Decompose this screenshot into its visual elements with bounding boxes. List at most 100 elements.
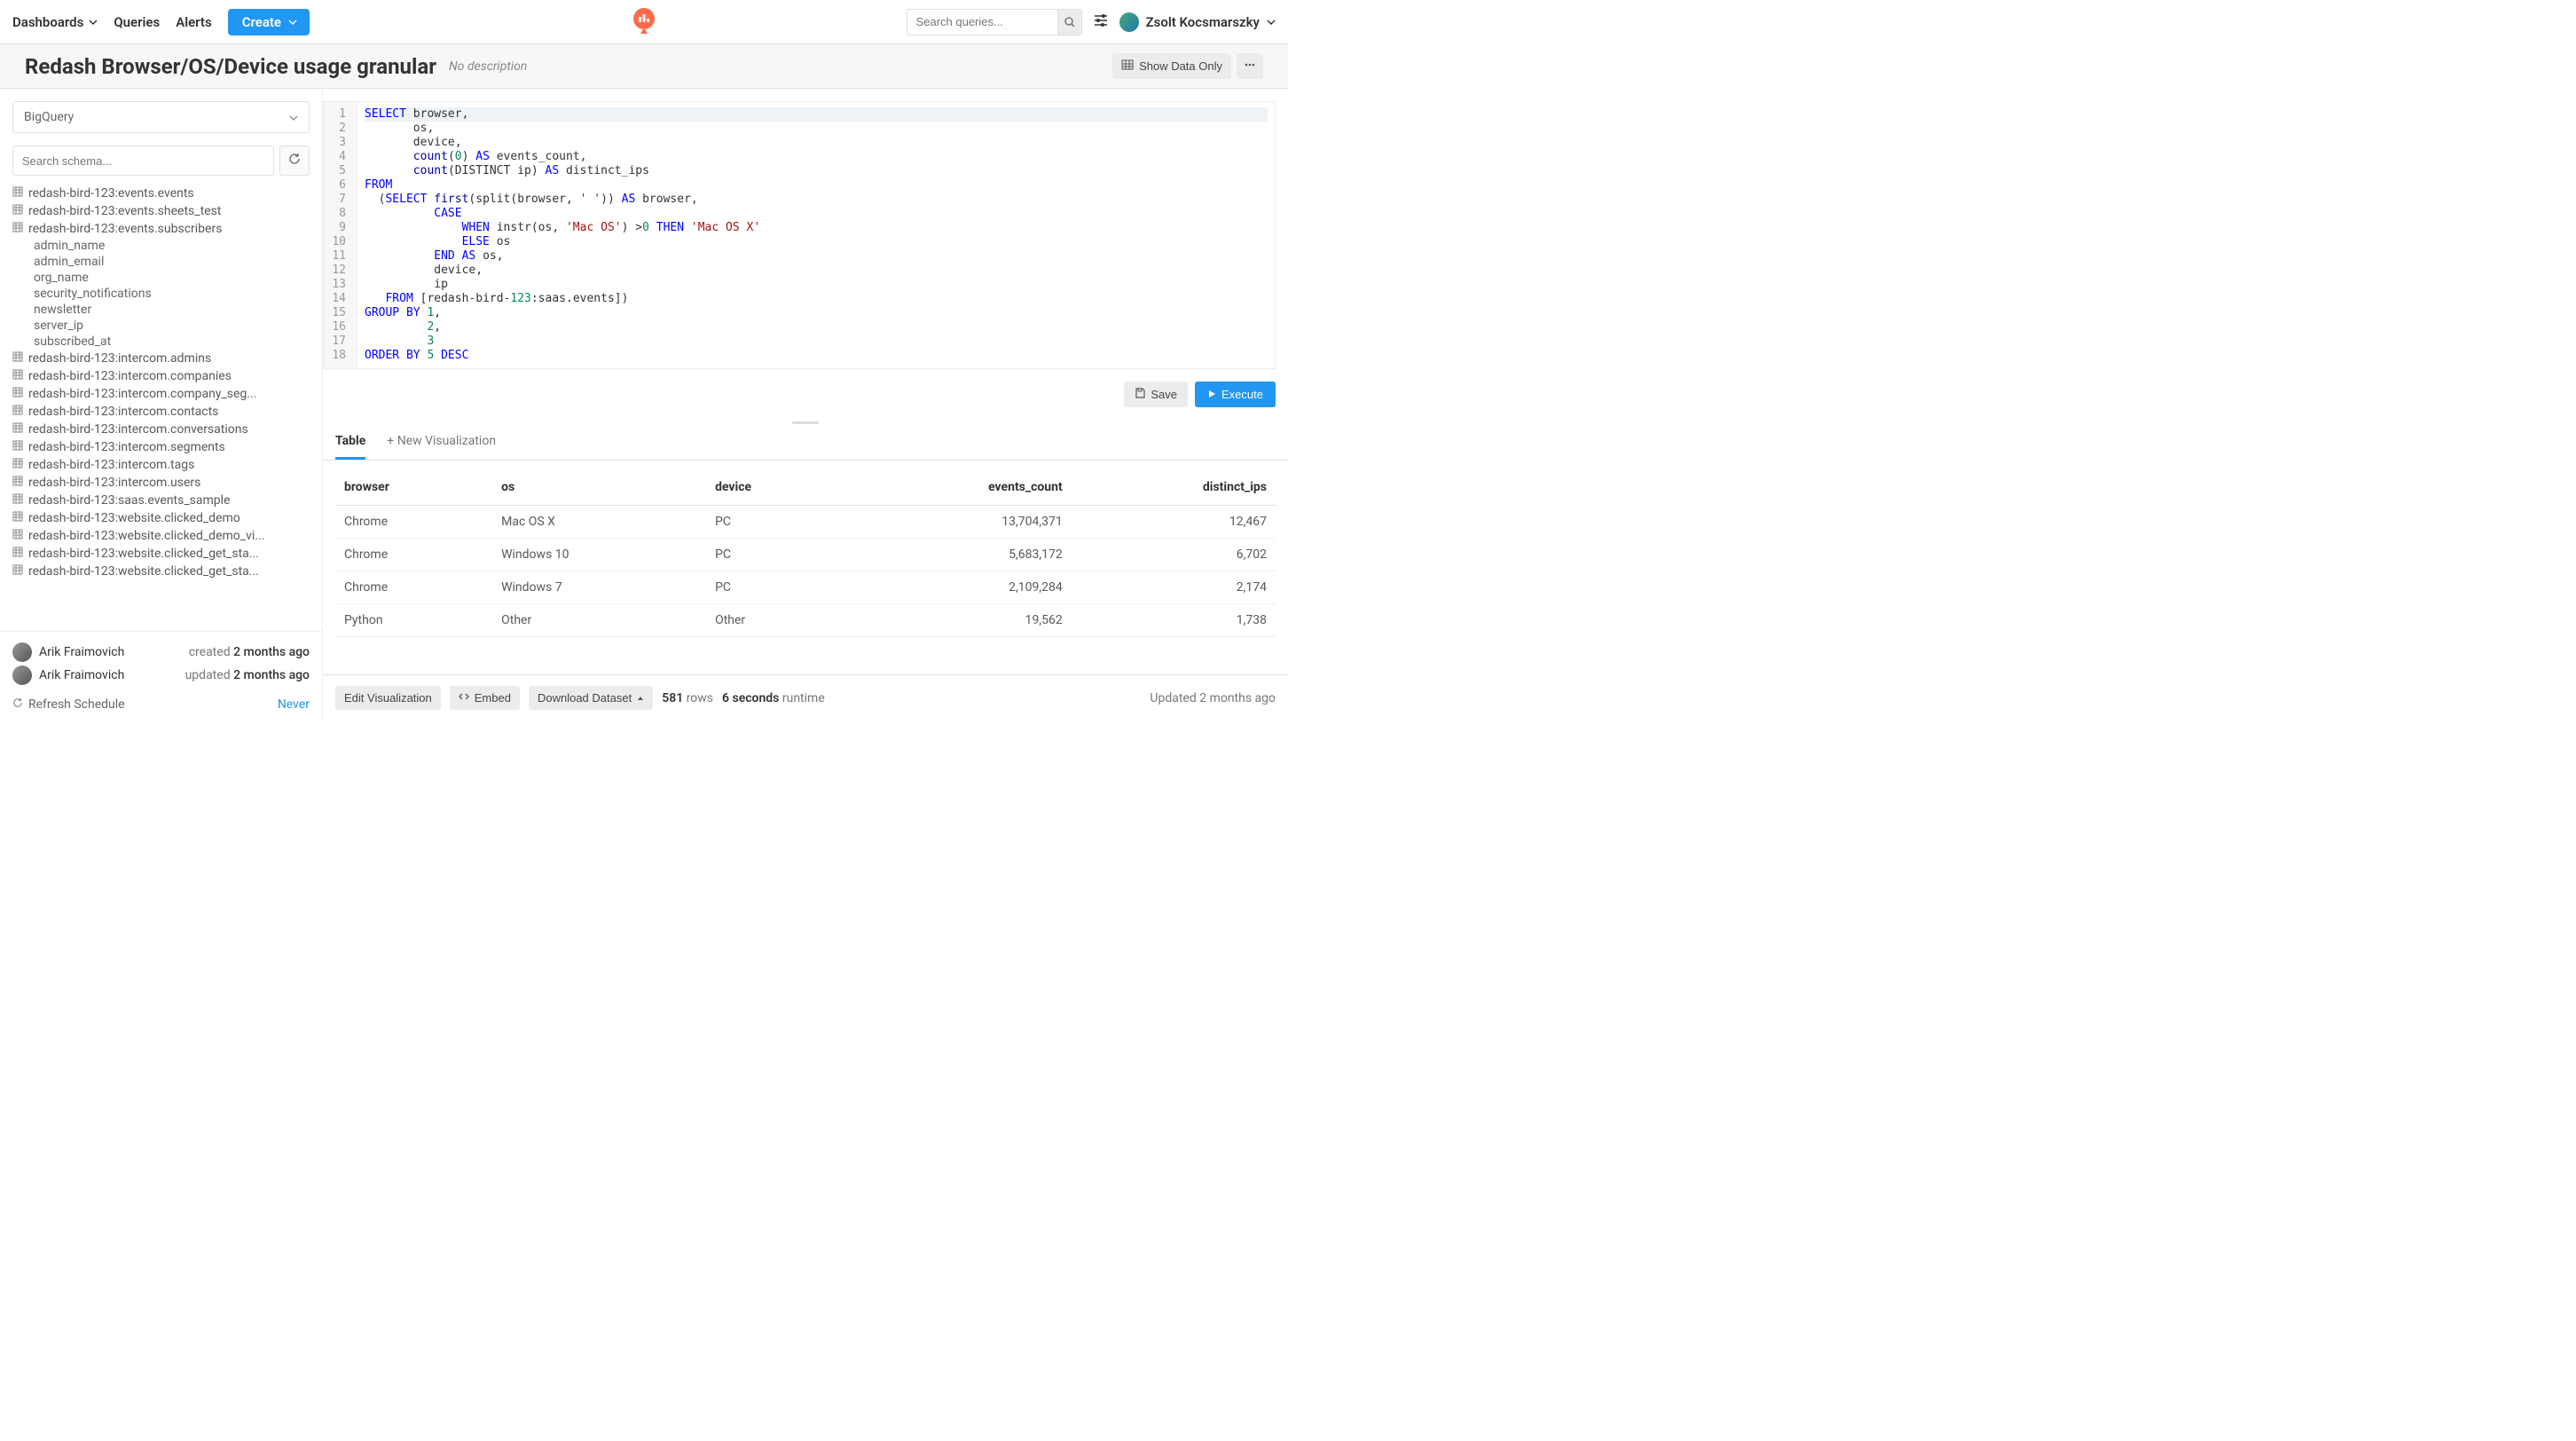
schema-search bbox=[12, 146, 310, 176]
top-nav: Dashboards Queries Alerts Create bbox=[0, 0, 1288, 44]
table-icon bbox=[12, 547, 23, 561]
edit-visualization-button[interactable]: Edit Visualization bbox=[335, 686, 441, 710]
column-header[interactable]: events_count bbox=[842, 469, 1072, 506]
table-row[interactable]: ChromeMac OS XPC13,704,37112,467 bbox=[335, 506, 1276, 539]
datasource-label: BigQuery bbox=[24, 110, 74, 124]
schema-column[interactable]: server_ip bbox=[12, 318, 310, 334]
refresh-schedule-value[interactable]: Never bbox=[278, 697, 310, 712]
schema-table[interactable]: redash-bird-123:events.subscribers bbox=[12, 220, 310, 238]
download-dataset-button[interactable]: Download Dataset bbox=[529, 686, 653, 710]
schema-table[interactable]: redash-bird-123:intercom.tags bbox=[12, 456, 310, 474]
save-label: Save bbox=[1151, 388, 1177, 401]
nav-queries[interactable]: Queries bbox=[114, 14, 160, 30]
table-header-row: browserosdeviceevents_countdistinct_ips bbox=[335, 469, 1276, 506]
tab-table[interactable]: Table bbox=[335, 425, 365, 460]
code-icon bbox=[459, 691, 469, 705]
schema-refresh-button[interactable] bbox=[279, 146, 310, 176]
schema-table[interactable]: redash-bird-123:intercom.conversations bbox=[12, 421, 310, 438]
schema-table[interactable]: redash-bird-123:events.sheets_test bbox=[12, 202, 310, 220]
nav-alerts[interactable]: Alerts bbox=[176, 14, 212, 30]
schema-table[interactable]: redash-bird-123:intercom.company_seg... bbox=[12, 385, 310, 403]
create-button[interactable]: Create bbox=[228, 9, 310, 35]
embed-button[interactable]: Embed bbox=[450, 686, 520, 710]
column-header[interactable]: device bbox=[706, 469, 842, 506]
column-header[interactable]: distinct_ips bbox=[1072, 469, 1276, 506]
more-options-button[interactable] bbox=[1237, 53, 1263, 79]
table-icon bbox=[12, 204, 23, 218]
refresh-schedule-row[interactable]: Refresh Schedule Never bbox=[12, 687, 310, 712]
created-info: created 2 months ago bbox=[189, 645, 310, 659]
results-table-wrap[interactable]: browserosdeviceevents_countdistinct_ips … bbox=[323, 461, 1288, 674]
updated-info: Updated 2 months ago bbox=[1150, 691, 1276, 705]
table-icon bbox=[12, 405, 23, 419]
datasource-select[interactable]: BigQuery bbox=[12, 101, 310, 133]
schema-table[interactable]: redash-bird-123:website.clicked_get_sta.… bbox=[12, 563, 310, 580]
page-description[interactable]: No description bbox=[449, 59, 527, 74]
schema-table[interactable]: redash-bird-123:events.events bbox=[12, 185, 310, 202]
global-search bbox=[907, 9, 1082, 35]
results-tabs: Table + New Visualization bbox=[323, 425, 1288, 461]
column-header[interactable]: os bbox=[492, 469, 706, 506]
line-gutter: 123456789101112131415161718 bbox=[324, 102, 357, 368]
table-row[interactable]: PythonOtherOther19,5621,738 bbox=[335, 604, 1276, 637]
column-header[interactable]: browser bbox=[335, 469, 492, 506]
schema-column[interactable]: security_notifications bbox=[12, 286, 310, 302]
search-button[interactable] bbox=[1057, 9, 1082, 35]
chevron-down-icon bbox=[89, 18, 98, 27]
schema-table[interactable]: redash-bird-123:website.clicked_demo bbox=[12, 509, 310, 527]
created-by-row: Arik Fraimovich created 2 months ago bbox=[12, 641, 310, 664]
updated-by-row: Arik Fraimovich updated 2 months ago bbox=[12, 664, 310, 687]
schema-table[interactable]: redash-bird-123:saas.events_sample bbox=[12, 492, 310, 509]
schema-table[interactable]: redash-bird-123:intercom.users bbox=[12, 474, 310, 492]
schema-table[interactable]: redash-bird-123:intercom.admins bbox=[12, 350, 310, 367]
caret-down-icon bbox=[289, 110, 298, 124]
schema-column[interactable]: subscribed_at bbox=[12, 334, 310, 350]
table-icon bbox=[12, 369, 23, 383]
schema-table[interactable]: redash-bird-123:website.clicked_get_sta.… bbox=[12, 545, 310, 563]
table-icon bbox=[12, 511, 23, 525]
tab-new-visualization[interactable]: + New Visualization bbox=[387, 425, 496, 460]
schema-search-input[interactable] bbox=[12, 146, 274, 176]
table-row[interactable]: ChromeWindows 10PC5,683,1726,702 bbox=[335, 539, 1276, 571]
schema-table[interactable]: redash-bird-123:intercom.contacts bbox=[12, 403, 310, 421]
sql-editor[interactable]: 123456789101112131415161718 SELECT brows… bbox=[323, 101, 1276, 369]
show-data-only-button[interactable]: Show Data Only bbox=[1112, 53, 1231, 79]
results-footer: Edit Visualization Embed Download Datase… bbox=[323, 674, 1288, 720]
sidebar: BigQuery redash-bird-123:events.eventsre… bbox=[0, 89, 323, 720]
results-table: browserosdeviceevents_countdistinct_ips … bbox=[335, 469, 1276, 637]
schema-table[interactable]: redash-bird-123:intercom.segments bbox=[12, 438, 310, 456]
chevron-down-icon bbox=[288, 18, 297, 27]
user-name-label: Zsolt Kocsmarszky bbox=[1146, 14, 1260, 30]
nav-dashboards-label: Dashboards bbox=[12, 14, 83, 30]
table-icon bbox=[12, 422, 23, 437]
redash-logo[interactable] bbox=[632, 7, 656, 41]
table-icon bbox=[12, 458, 23, 472]
chevron-down-icon bbox=[1267, 18, 1276, 27]
save-button[interactable]: Save bbox=[1124, 382, 1188, 407]
search-input[interactable] bbox=[907, 9, 1057, 35]
schema-list[interactable]: redash-bird-123:events.eventsredash-bird… bbox=[0, 176, 322, 631]
schema-table[interactable]: redash-bird-123:intercom.companies bbox=[12, 367, 310, 385]
schema-column[interactable]: org_name bbox=[12, 270, 310, 286]
code-area[interactable]: SELECT browser, os, device, count(0) AS … bbox=[357, 102, 1275, 368]
table-icon bbox=[12, 186, 23, 201]
schema-table[interactable]: redash-bird-123:website.clicked_demo_vi.… bbox=[12, 527, 310, 545]
table-icon bbox=[12, 440, 23, 454]
schema-column[interactable]: admin_email bbox=[12, 254, 310, 270]
table-icon bbox=[12, 387, 23, 401]
created-by-name: Arik Fraimovich bbox=[39, 645, 124, 659]
updated-by-name: Arik Fraimovich bbox=[39, 668, 124, 682]
updated-info: updated 2 months ago bbox=[185, 668, 310, 682]
schema-column[interactable]: newsletter bbox=[12, 302, 310, 318]
play-icon bbox=[1207, 388, 1216, 401]
schema-column[interactable]: admin_name bbox=[12, 238, 310, 254]
nav-dashboards[interactable]: Dashboards bbox=[12, 14, 98, 30]
table-icon bbox=[12, 529, 23, 543]
execute-button[interactable]: Execute bbox=[1195, 382, 1276, 407]
editor-actions: Save Execute bbox=[323, 369, 1288, 420]
user-menu[interactable]: Zsolt Kocsmarszky bbox=[1119, 12, 1276, 32]
rows-info: 581 rows bbox=[662, 691, 713, 705]
table-row[interactable]: ChromeWindows 7PC2,109,2842,174 bbox=[335, 571, 1276, 604]
settings-button[interactable] bbox=[1091, 12, 1111, 32]
query-panel: 123456789101112131415161718 SELECT brows… bbox=[323, 89, 1288, 720]
